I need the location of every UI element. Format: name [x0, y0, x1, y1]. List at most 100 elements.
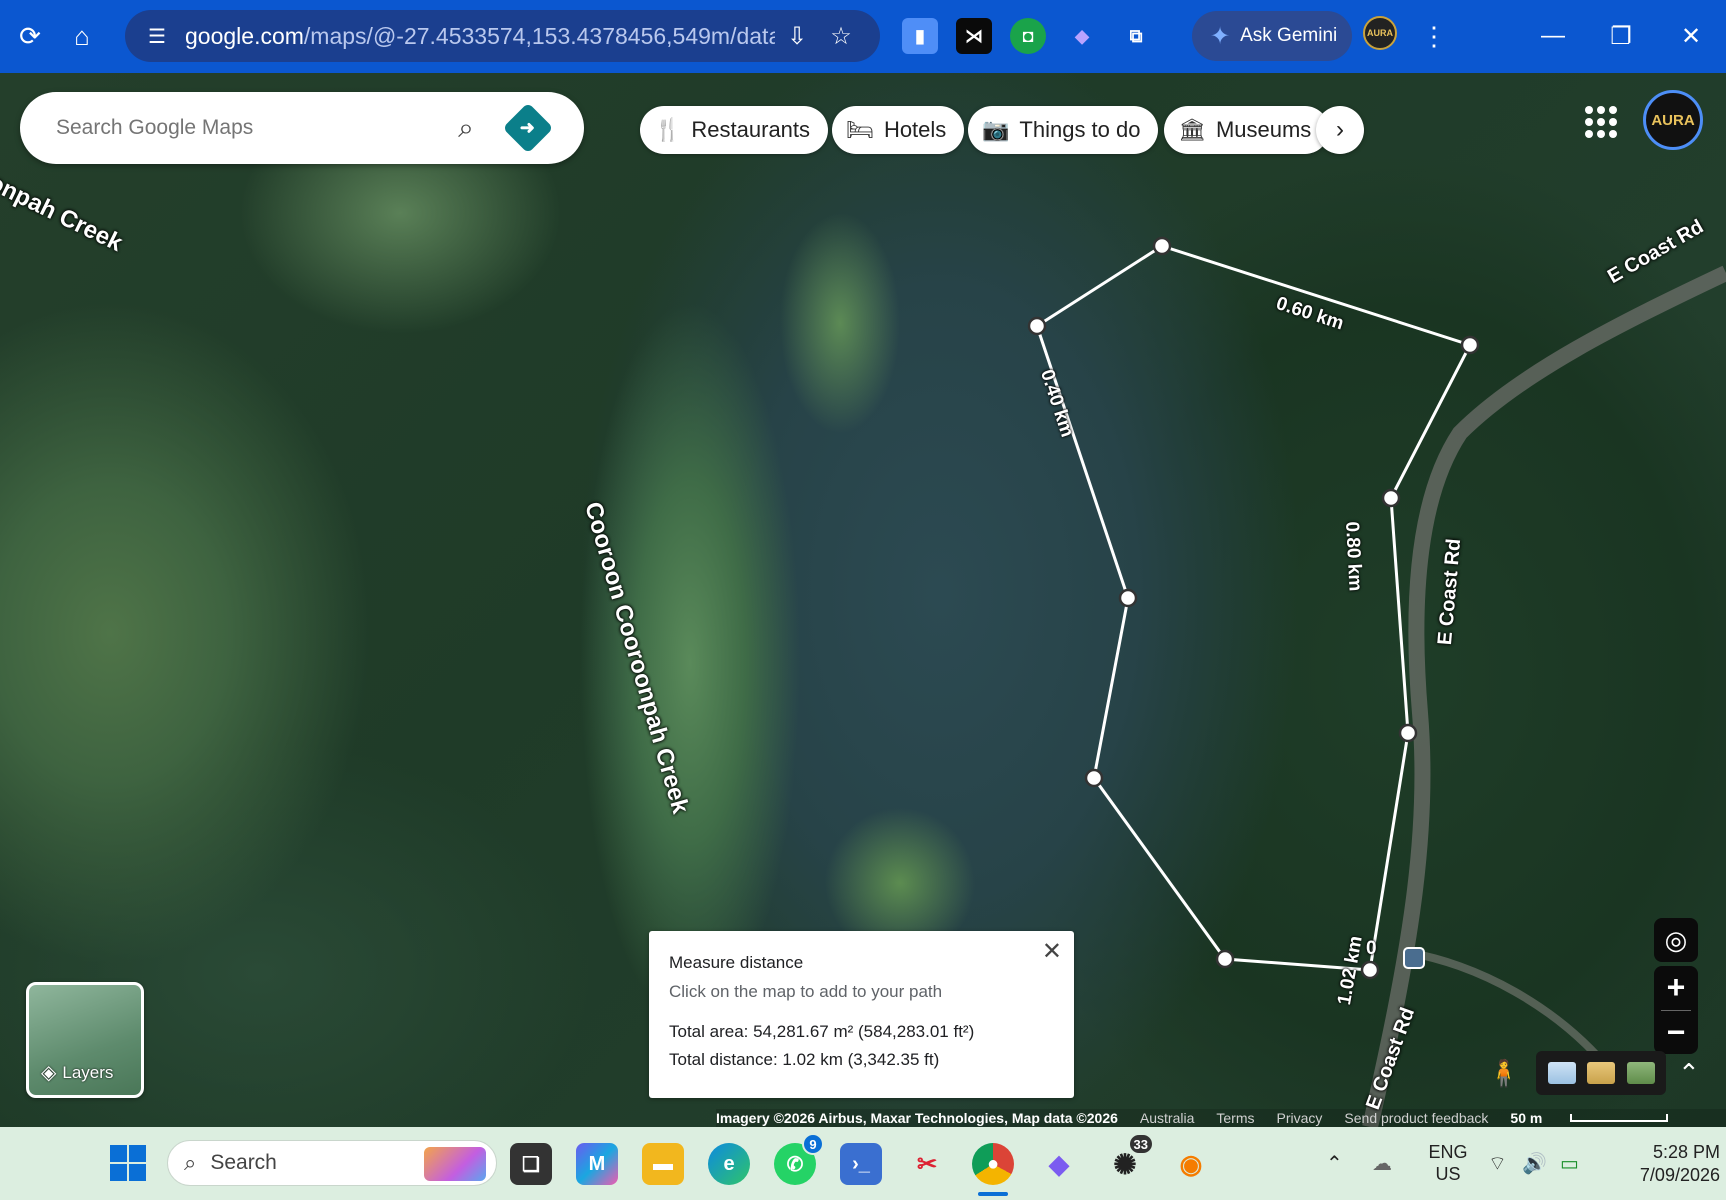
measure-point[interactable]	[1118, 588, 1138, 608]
onedrive-cloud-icon[interactable]: ☁	[1372, 1127, 1392, 1200]
url-text[interactable]: google.com/maps/@-27.4533574,153.4378456…	[185, 23, 775, 50]
restore-icon[interactable]: ❐	[1596, 14, 1646, 58]
gemini-star-icon: ✦	[1210, 22, 1231, 50]
measure-point[interactable]	[1027, 316, 1047, 336]
extension-vscode-icon[interactable]: ⋊	[956, 18, 992, 54]
wifi-icon[interactable]: ⌔	[1488, 1127, 1507, 1200]
taskbar-search-label: Search	[210, 1151, 277, 1174]
chrome-icon[interactable]: ●	[972, 1143, 1014, 1196]
extensions-puzzle-icon[interactable]: ⧉	[1118, 18, 1154, 54]
museum-icon: 🏛	[1178, 117, 1206, 142]
privacy-link[interactable]: Privacy	[1277, 1110, 1323, 1126]
scale-bar[interactable]: 50 m	[1510, 1110, 1690, 1126]
battery-icon[interactable]: ▭	[1560, 1127, 1579, 1200]
imagery-credit: Imagery ©2026 Airbus, Maxar Technologies…	[716, 1110, 1118, 1126]
measure-point[interactable]	[1460, 335, 1480, 355]
traffic-thumb[interactable]	[1587, 1062, 1615, 1084]
map-bottom-tools: 🧍 ⌃	[1484, 1049, 1714, 1097]
ask-gemini-button[interactable]: ✦ Ask Gemini	[1192, 11, 1352, 61]
chrome-profile-avatar[interactable]: AURA	[1363, 16, 1397, 50]
satellite-thumb[interactable]	[1626, 1062, 1655, 1084]
bed-icon: 🛏	[846, 117, 874, 142]
measure-point[interactable]	[1381, 488, 1401, 508]
address-bar[interactable]: ☰ google.com/maps/@-27.4533574,153.43784…	[125, 10, 880, 62]
taskbar-search[interactable]: ⌕ Search	[167, 1140, 497, 1186]
extension-bookmark-icon[interactable]: ▮	[902, 18, 938, 54]
measure-point[interactable]	[1084, 768, 1104, 788]
extension-green-icon[interactable]: ◘	[1010, 18, 1046, 54]
task-view-icon[interactable]: ❏	[510, 1143, 552, 1185]
directions-button[interactable]: ➜	[502, 102, 554, 154]
measure-point[interactable]	[1215, 949, 1235, 969]
chatgpt-icon[interactable]: ✺ 33	[1104, 1133, 1154, 1185]
chip-restaurants[interactable]: 🍴 Restaurants	[640, 106, 829, 154]
measure-title: Measure distance	[669, 953, 804, 972]
total-distance: Total distance: 1.02 km (3,342.35 ft)	[669, 1050, 940, 1069]
install-app-icon[interactable]: ⇩	[775, 22, 819, 51]
obsidian-icon[interactable]: ◆	[1038, 1143, 1080, 1185]
bus-stop-icon[interactable]	[1403, 947, 1425, 969]
imagery-thumbnails[interactable]	[1536, 1051, 1666, 1095]
system-clock[interactable]: 5:28 PM 7/09/2026	[1610, 1141, 1720, 1187]
expand-up-icon[interactable]: ⌃	[1678, 1058, 1700, 1089]
kebab-menu-icon[interactable]: ⋮	[1412, 14, 1456, 58]
m365-icon[interactable]: M	[576, 1143, 618, 1185]
show-hidden-icons-chevron-icon[interactable]: ⌃	[1326, 1127, 1343, 1200]
my-location-icon[interactable]: ◎	[1654, 918, 1698, 962]
volume-icon[interactable]: 🔊	[1522, 1127, 1547, 1200]
clock-time: 5:28 PM	[1652, 1142, 1720, 1162]
file-explorer-icon[interactable]: ▬	[642, 1143, 684, 1185]
chip-museums[interactable]: 🏛 Museums	[1164, 106, 1330, 154]
input-language[interactable]: ENG US	[1420, 1141, 1476, 1185]
whatsapp-badge: 9	[802, 1133, 824, 1155]
layers-button[interactable]: ◈ Layers	[26, 982, 144, 1098]
extension-purple-icon[interactable]: ◆	[1064, 18, 1100, 54]
reload-icon[interactable]: ⟳	[8, 14, 52, 58]
windows-start-icon[interactable]	[110, 1145, 146, 1181]
site-info-icon[interactable]: ☰	[137, 24, 177, 49]
chip-label: Things to do	[1019, 117, 1141, 142]
zoom-out-button[interactable]: −	[1654, 1010, 1698, 1054]
measure-subtitle: Click on the map to add to your path	[669, 982, 943, 1001]
chips-next-chevron-icon[interactable]: ›	[1316, 106, 1364, 154]
account-avatar[interactable]: AURA	[1643, 90, 1703, 150]
close-icon[interactable]: ✕	[1042, 937, 1062, 966]
attribution-bar: Imagery ©2026 Airbus, Maxar Technologies…	[716, 1109, 1726, 1127]
edge-icon[interactable]: e	[708, 1143, 750, 1185]
google-apps-icon[interactable]	[1585, 106, 1617, 138]
fork-knife-icon: 🍴	[654, 117, 682, 142]
chip-label: Restaurants	[691, 117, 811, 142]
total-area: Total area: 54,281.67 m² (584,283.01 ft²…	[669, 1022, 975, 1041]
blender-icon[interactable]: ◉	[1170, 1143, 1212, 1185]
measure-point[interactable]	[1152, 236, 1172, 256]
zoom-in-button[interactable]: +	[1654, 966, 1698, 1010]
gemini-label: Ask Gemini	[1240, 25, 1338, 46]
chip-things-to-do[interactable]: 📷 Things to do	[968, 106, 1159, 154]
layers-icon: ◈	[41, 1062, 57, 1084]
segment-label-3: 0.80 km	[1341, 521, 1366, 592]
minimize-icon[interactable]: —	[1528, 14, 1578, 58]
map-canvas[interactable]: onpah Creek Cooroon Cooroonpah Creek E C…	[0, 73, 1726, 1127]
chip-hotels[interactable]: 🛏 Hotels	[832, 106, 965, 154]
close-window-icon[interactable]: ✕	[1666, 14, 1716, 58]
country-link[interactable]: Australia	[1140, 1110, 1194, 1126]
pegman-icon[interactable]: 🧍	[1484, 1053, 1524, 1093]
home-icon[interactable]: ⌂	[60, 14, 104, 58]
maps-search-box: ⌕ ➜	[20, 92, 584, 164]
measure-point[interactable]	[1360, 960, 1380, 980]
snipping-tool-icon[interactable]: ✂	[906, 1143, 948, 1185]
chip-label: Museums	[1215, 117, 1312, 142]
camera-icon: 📷	[982, 117, 1010, 142]
zoom-control: + −	[1654, 966, 1698, 1054]
clock-date: 7/09/2026	[1639, 1165, 1720, 1185]
search-icon[interactable]: ⌕	[446, 112, 486, 145]
terrain-thumb[interactable]	[1547, 1062, 1576, 1084]
measure-point[interactable]	[1398, 723, 1418, 743]
powershell-icon[interactable]: ›_	[840, 1143, 882, 1185]
feedback-link[interactable]: Send product feedback	[1344, 1110, 1488, 1126]
whatsapp-icon[interactable]: ✆ 9	[774, 1133, 824, 1185]
maps-search-input[interactable]	[56, 116, 446, 140]
terms-link[interactable]: Terms	[1216, 1110, 1254, 1126]
lang-bottom: US	[1435, 1164, 1461, 1184]
bookmark-star-icon[interactable]: ☆	[819, 22, 863, 51]
